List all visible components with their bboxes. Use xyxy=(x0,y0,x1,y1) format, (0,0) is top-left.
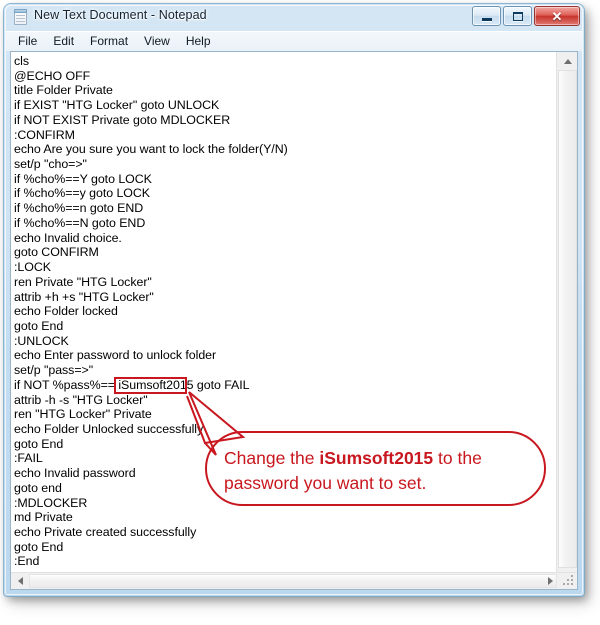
code-line: set/p "pass=>" xyxy=(14,363,94,378)
triangle-left-icon xyxy=(17,577,23,585)
code-line: if %cho%==y goto LOCK xyxy=(14,186,151,201)
screenshot-root: New Text Document - Notepad ✕ File Edit … xyxy=(0,0,600,625)
code-line: if %cho%==Y goto LOCK xyxy=(14,171,152,186)
minimize-icon xyxy=(473,7,500,25)
code-line: ren Private "HTG Locker" xyxy=(14,274,152,289)
code-line: echo Enter password to unlock folder xyxy=(14,348,217,363)
vertical-scrollbar[interactable] xyxy=(556,52,577,573)
code-line: title Folder Private xyxy=(14,83,113,98)
scroll-up-button[interactable] xyxy=(557,52,577,70)
menu-item-edit[interactable]: Edit xyxy=(45,32,82,51)
code-line: goto End xyxy=(14,436,64,451)
resize-grip[interactable] xyxy=(561,573,576,588)
code-line: md Private xyxy=(14,510,73,525)
code-line: echo Invalid password xyxy=(14,466,136,481)
triangle-up-icon xyxy=(563,58,572,64)
vertical-scrollbar-thumb[interactable] xyxy=(558,70,577,568)
window-title: New Text Document - Notepad xyxy=(34,8,207,22)
minimize-button[interactable] xyxy=(472,6,501,26)
title-bar[interactable]: New Text Document - Notepad ✕ xyxy=(4,4,584,31)
code-line: echo Are you sure you want to lock the f… xyxy=(14,142,288,157)
notepad-window: New Text Document - Notepad ✕ File Edit … xyxy=(4,4,584,596)
caption-button-group: ✕ xyxy=(472,6,580,26)
notepad-icon xyxy=(13,9,28,25)
maximize-button[interactable] xyxy=(503,6,532,26)
code-line: @ECHO OFF xyxy=(14,68,91,83)
code-line: echo Private created successfully xyxy=(14,525,197,539)
code-line: attrib +h +s "HTG Locker" xyxy=(14,289,154,304)
code-line: echo Invalid choice. xyxy=(14,230,122,245)
code-line: cls xyxy=(14,54,29,68)
code-line: goto End xyxy=(14,318,64,333)
code-line: attrib -h -s "HTG Locker" xyxy=(14,392,148,407)
code-line: :LOCK xyxy=(14,260,51,275)
code-line: set/p "cho=>" xyxy=(14,157,87,172)
code-line: :MDLOCKER xyxy=(14,495,88,510)
editor-client-area: cls @ECHO OFF title Folder Private if EXIST… xyxy=(10,51,578,590)
code-line: :End xyxy=(14,554,40,569)
close-icon: ✕ xyxy=(551,8,563,24)
code-line: if EXIST "HTG Locker" goto UNLOCK xyxy=(14,98,220,113)
menu-item-help[interactable]: Help xyxy=(178,32,219,51)
code-line: :FAIL xyxy=(14,451,43,466)
code-line: echo Folder locked xyxy=(14,304,118,319)
menu-item-format[interactable]: Format xyxy=(82,32,136,51)
horizontal-scrollbar[interactable] xyxy=(11,572,577,589)
menu-item-view[interactable]: View xyxy=(136,32,178,51)
code-line: :UNLOCK xyxy=(14,333,69,348)
code-line: if NOT EXIST Private goto MDLOCKER xyxy=(14,112,231,127)
code-line: goto End xyxy=(14,539,64,554)
code-line: if %cho%==N goto END xyxy=(14,215,146,230)
code-line: ren "HTG Locker" Private xyxy=(14,407,152,422)
close-button[interactable]: ✕ xyxy=(534,6,580,26)
menu-item-file[interactable]: File xyxy=(10,32,45,51)
code-line: echo Folder Unlocked successfully xyxy=(14,421,204,436)
scroll-right-button[interactable] xyxy=(541,573,559,589)
triangle-right-icon xyxy=(547,577,553,585)
text-editor[interactable]: cls @ECHO OFF title Folder Private if EXIST… xyxy=(11,52,556,573)
horizontal-scrollbar-thumb[interactable] xyxy=(29,574,557,588)
code-line: if NOT %pass%== iSumsoft2015 goto FAIL xyxy=(14,377,250,392)
maximize-icon xyxy=(504,7,531,25)
menu-bar: File Edit Format View Help xyxy=(6,31,582,51)
code-line: if %cho%==n goto END xyxy=(14,201,144,216)
code-line: goto CONFIRM xyxy=(14,245,99,260)
scroll-left-button[interactable] xyxy=(11,573,29,589)
code-line: :CONFIRM xyxy=(14,127,75,142)
code-line: goto end xyxy=(14,480,62,495)
